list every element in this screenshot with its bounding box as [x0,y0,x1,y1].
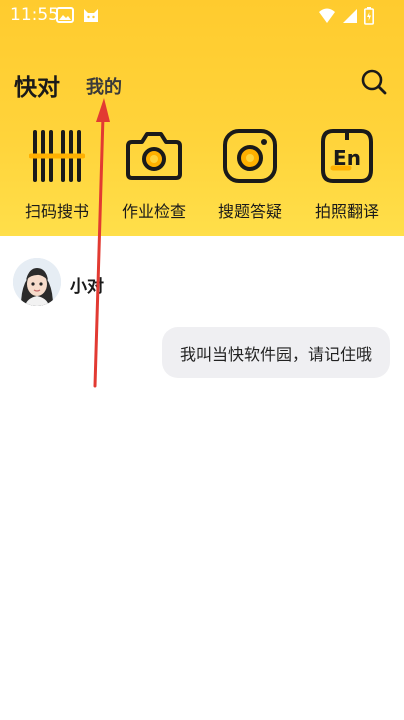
tool-label: 搜题答疑 [217,202,282,221]
tool-scan-book[interactable]: 扫码搜书 [17,128,97,222]
tool-label: 扫码搜书 [24,202,89,221]
tab-mine[interactable]: 我的 [86,73,122,99]
cat-icon [82,6,100,28]
status-left-icons [56,6,100,28]
tab-kuaidui[interactable]: 快对 [14,68,60,102]
barcode-icon [28,128,86,184]
bot-name: 小对 [70,277,104,297]
message-text: 我叫当快软件园，请记住哦 [179,344,372,364]
photo-camera-icon [222,128,278,184]
signal-icon [342,8,358,28]
search-button[interactable] [360,68,388,96]
tool-label: 拍照翻译 [314,202,379,221]
tool-homework-check[interactable]: 作业检查 [114,128,194,222]
status-bar: 11:55 [0,0,404,30]
translate-en-icon: En [319,128,375,184]
tool-label: 作业检查 [121,202,186,221]
tool-question-search[interactable]: 搜题答疑 [210,128,290,222]
user-message-bubble: 我叫当快软件园，请记住哦 [162,327,390,378]
battery-icon [364,7,374,29]
image-notify-icon [56,6,74,28]
wifi-icon [318,8,336,28]
status-time: 11:55 [10,5,59,25]
svg-text:En: En [333,146,361,170]
tool-photo-translate[interactable]: En 拍照翻译 [307,128,387,222]
avatar[interactable] [13,258,61,306]
status-right-icons [318,7,374,29]
camera-icon [126,128,182,184]
search-icon [360,69,388,100]
